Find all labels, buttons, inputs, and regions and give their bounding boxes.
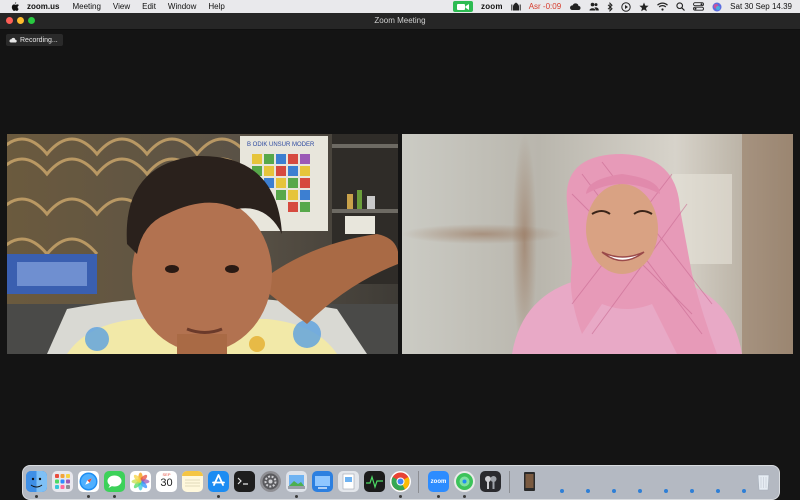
safari-running-dot [87, 495, 90, 498]
minimized-indicator [586, 489, 590, 493]
play-circle-icon[interactable] [621, 1, 631, 12]
preview-running-dot [295, 495, 298, 498]
minimized-indicator [612, 489, 616, 493]
calendar-icon[interactable]: SEP 30 [156, 471, 177, 492]
messages-icon[interactable] [104, 471, 125, 492]
bluetooth-icon[interactable] [607, 1, 613, 12]
zoom-status-label[interactable]: zoom [481, 2, 503, 11]
find-my-icon[interactable] [454, 471, 475, 492]
cloud-recording-icon [9, 37, 17, 43]
siri-icon[interactable] [712, 2, 722, 12]
star-icon[interactable] [639, 2, 649, 12]
control-center-icon[interactable] [693, 2, 705, 11]
minimized-window-thumbnail[interactable] [519, 471, 540, 492]
wifi-icon[interactable] [657, 2, 669, 11]
search-icon[interactable] [676, 2, 686, 11]
messages-running-dot [113, 495, 116, 498]
menu-view[interactable]: View [113, 2, 130, 11]
preview-icon[interactable] [286, 471, 307, 492]
activity-monitor-icon[interactable] [364, 471, 385, 492]
minimized-indicator [638, 489, 642, 493]
chrome-running-dot [399, 495, 402, 498]
find-my-running-dot [463, 495, 466, 498]
keychain-access-icon[interactable] [480, 471, 501, 492]
minimized-indicator [690, 489, 694, 493]
chrome-icon[interactable] [390, 471, 411, 492]
window-title: Zoom Meeting [374, 16, 426, 25]
apple-icon[interactable] [10, 1, 19, 12]
mosque-icon[interactable] [511, 2, 521, 11]
minimized-indicator [560, 489, 564, 493]
menu-edit[interactable]: Edit [142, 2, 156, 11]
app-store-running-dot [217, 495, 220, 498]
notes-icon[interactable] [182, 471, 203, 492]
meeting-area: Recording... B ODIK UNSUR MODER [0, 30, 800, 465]
zoom-running-dot [437, 495, 440, 498]
photos-icon[interactable] [130, 471, 151, 492]
minimized-indicator [742, 489, 746, 493]
date-time-clock[interactable]: Sat 30 Sep 14.39 [730, 2, 792, 11]
dock-separator-2 [509, 471, 510, 493]
zoom-video-status-icon[interactable] [453, 1, 474, 12]
launchpad-icon[interactable] [52, 471, 73, 492]
recording-label: Recording... [20, 36, 58, 44]
participant-video-right [402, 134, 793, 354]
dock-separator [418, 471, 419, 493]
participant-video-left: B ODIK UNSUR MODER [7, 134, 398, 354]
system-settings-icon[interactable] [260, 471, 281, 492]
status-area: zoom Asr -0:09 Sat 30 Sep 14.39 [453, 0, 792, 13]
menu-bar: zoom.us Meeting View Edit Window Help zo… [0, 0, 800, 13]
terminal-icon[interactable] [234, 471, 255, 492]
dock: SEP 30 zoom [22, 465, 780, 500]
zoom-app-label: zoom [430, 478, 447, 485]
safari-icon[interactable] [78, 471, 99, 492]
menu-help[interactable]: Help [208, 2, 224, 11]
prayer-time-countdown[interactable]: Asr -0:09 [529, 2, 561, 11]
window-title-bar: Zoom Meeting [0, 13, 800, 30]
participant-video-tile-left[interactable]: B ODIK UNSUR MODER [7, 134, 398, 354]
app-store-icon[interactable] [208, 471, 229, 492]
cloud-status-icon[interactable] [569, 2, 581, 11]
finder-icon[interactable] [26, 471, 47, 492]
calendar-day: 30 [160, 477, 173, 489]
menu-window[interactable]: Window [168, 2, 196, 11]
poster-text: B ODIK UNSUR MODER [247, 142, 315, 148]
recording-indicator[interactable]: Recording... [6, 34, 63, 46]
finder-running-dot [35, 495, 38, 498]
zoom-app-icon[interactable]: zoom [428, 471, 449, 492]
menu-meeting[interactable]: Meeting [72, 2, 100, 11]
minimized-indicator [664, 489, 668, 493]
screen-sharing-icon[interactable] [312, 471, 333, 492]
minimized-indicator [716, 489, 720, 493]
preview-document-icon[interactable] [338, 471, 359, 492]
trash-icon[interactable] [753, 471, 774, 492]
people-icon[interactable] [589, 2, 599, 11]
participant-video-tile-right[interactable] [402, 134, 793, 354]
app-menu-zoom-us[interactable]: zoom.us [27, 2, 59, 11]
